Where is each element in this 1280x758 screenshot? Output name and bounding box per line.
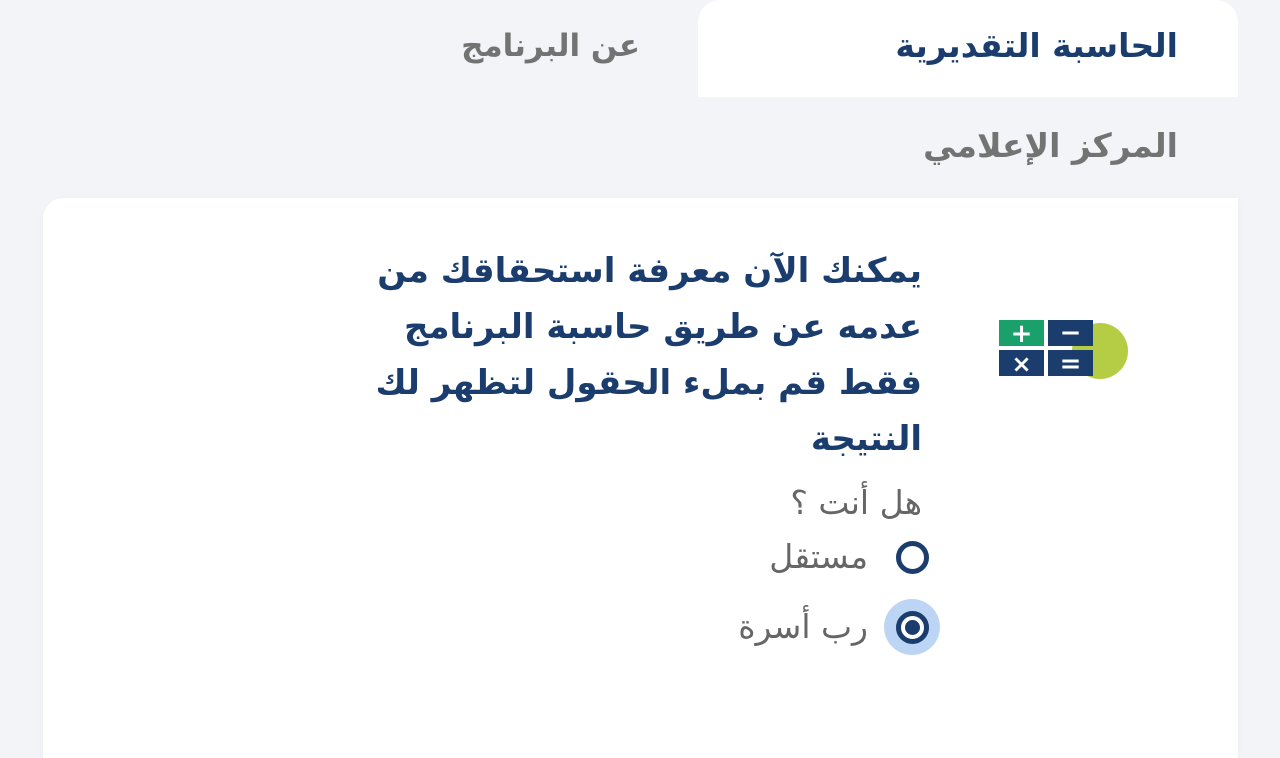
- intro-line-3: فقط قم بملء الحقول لتظهر لك: [375, 363, 922, 403]
- tab-estimator[interactable]: الحاسبة التقديرية: [698, 0, 1238, 97]
- radio-selected-dot: [904, 619, 920, 635]
- radio-label-independent: مستقل: [769, 537, 868, 576]
- radio-button-head-of-family[interactable]: [884, 599, 940, 655]
- radio-button-independent[interactable]: [884, 529, 940, 585]
- logo-times-symbol: ×: [1011, 350, 1031, 378]
- logo-equals-symbol: =: [1060, 349, 1082, 379]
- radio-ring: [895, 610, 929, 644]
- tab-media-center[interactable]: المركز الإعلامي: [923, 108, 1178, 184]
- applicant-type-question: هل أنت ؟: [790, 483, 922, 522]
- radio-label-head-of-family: رب أسرة: [738, 607, 868, 646]
- radio-option-head-of-family[interactable]: رب أسرة: [738, 599, 940, 655]
- radio-option-independent[interactable]: مستقل: [769, 529, 940, 585]
- intro-line-4: النتيجة: [810, 419, 922, 459]
- intro-line-1: يمكنك الآن معرفة استحقاقك من: [377, 251, 922, 291]
- tab-about[interactable]: عن البرنامج: [461, 0, 640, 97]
- intro-line-2: عدمه عن طريق حاسبة البرنامج: [403, 307, 922, 347]
- logo-plus-symbol: +: [1011, 319, 1033, 349]
- logo-minus-symbol: −: [1060, 319, 1082, 348]
- calculator-icon: + − × =: [999, 319, 1128, 379]
- intro-text: يمكنك الآن معرفة استحقاقك من عدمه عن طري…: [132, 243, 922, 467]
- radio-ring: [895, 540, 929, 574]
